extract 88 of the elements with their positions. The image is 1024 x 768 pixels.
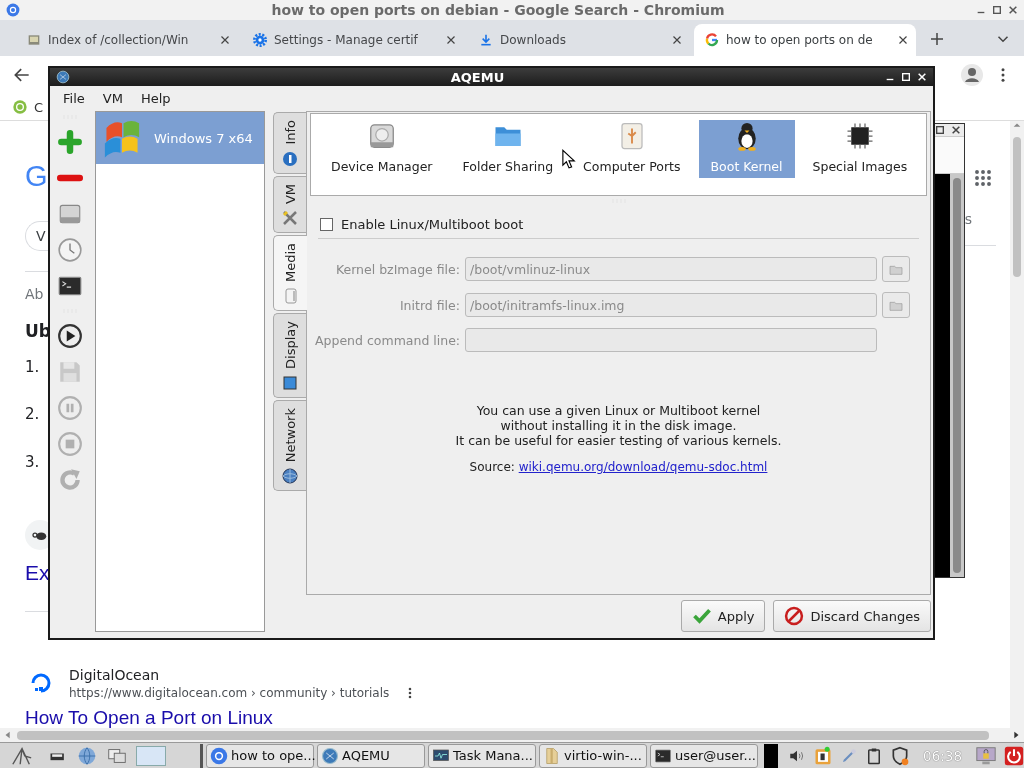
checkbox-label: Enable Linux/Multiboot boot [341, 217, 524, 232]
globe-icon [321, 746, 339, 765]
network-globe-icon [282, 467, 298, 484]
shield-icon[interactable] [890, 745, 911, 766]
scroll-thumb[interactable] [1013, 137, 1021, 277]
info-text: You can use a given Linux or Multiboot kernel without installing it in the disk image. It can be useful for easier testing of various kernels. [454, 403, 783, 448]
menu-item[interactable]: VM [93, 88, 132, 108]
horizontal-scrollbar[interactable] [0, 728, 1024, 742]
discard-button[interactable]: Discard Changes [773, 600, 931, 632]
page-item[interactable]: Computer Ports [571, 120, 693, 178]
profile-icon[interactable] [960, 63, 984, 87]
close-icon[interactable] [1008, 5, 1018, 15]
terminal-scrollbar[interactable] [950, 174, 964, 577]
field-label: Append command line: [315, 332, 460, 348]
result-site: DigitalOcean [69, 666, 161, 685]
close-icon[interactable] [951, 125, 961, 135]
vertical-scrollbar[interactable] [1010, 121, 1024, 728]
side-tab[interactable]: Network [273, 399, 306, 491]
chromium-icon [210, 746, 228, 765]
display-icon [282, 374, 298, 391]
browser-tab[interactable]: how to open ports on de [694, 24, 916, 56]
field-label: Kernel bzImage file: [334, 261, 460, 277]
side-text: s [964, 210, 972, 229]
checkbox[interactable] [320, 218, 333, 231]
source-label: Source: [469, 460, 515, 474]
browser-tab[interactable]: Settings - Manage certif [242, 24, 464, 56]
info-icon [282, 150, 298, 167]
apply-button[interactable]: Apply [680, 600, 766, 632]
scroll-thumb[interactable] [953, 178, 961, 573]
scroll-right-icon[interactable] [1011, 730, 1021, 740]
browser-tab[interactable]: Index of /collection/Win [16, 24, 238, 56]
settings-icon [252, 32, 268, 48]
tools-icon [282, 209, 298, 226]
window-title: AQEMU [449, 69, 506, 85]
mouse-pointer-icon [562, 149, 576, 171]
page-item[interactable]: Device Manager [319, 120, 445, 178]
tray-block [764, 743, 779, 768]
image-icon [26, 32, 42, 48]
download-icon [478, 32, 494, 48]
side-tab[interactable]: VM [273, 175, 306, 233]
globe-icon[interactable] [76, 744, 98, 767]
side-tab[interactable]: Info [273, 112, 306, 174]
site-logo-icon [29, 671, 53, 695]
result-stats: Ab [25, 285, 44, 304]
bookmark-link[interactable]: C [34, 99, 44, 115]
page-item[interactable]: Special Images [800, 120, 920, 178]
window-title: how to open ports on debian - Google Search - Chromium [270, 2, 726, 18]
clock-icon[interactable] [57, 237, 83, 263]
list-number: 3. [25, 452, 40, 473]
terminal-icon [654, 746, 672, 765]
result-title-link[interactable]: How To Open a Port on Linux [25, 707, 273, 729]
leaf-logo-icon [12, 99, 28, 115]
browser-tab[interactable]: Downloads [468, 24, 690, 56]
no-entry-icon [784, 606, 805, 626]
list-number: 1. [25, 357, 40, 378]
taskbar-button[interactable]: Task Mana... [428, 743, 536, 768]
menu-item[interactable]: Help [131, 88, 180, 108]
globe-icon [56, 70, 70, 84]
source-link[interactable]: wiki.qemu.org/download/qemu-sdoc.html [518, 460, 768, 474]
side-tab[interactable]: Media [273, 234, 307, 311]
check-icon [691, 606, 712, 626]
google-icon [704, 32, 720, 48]
power-icon[interactable] [1004, 745, 1024, 766]
result-url: https://www.digitalocean.com › community › tutorials [69, 685, 390, 701]
new-tab-icon[interactable] [928, 30, 946, 48]
field-label: Initrd file: [398, 297, 460, 313]
taskbar-button[interactable]: AQEMU [317, 743, 425, 768]
taskbar-button[interactable]: how to ope... [206, 743, 314, 768]
scroll-left-icon[interactable] [3, 730, 13, 740]
maximize-icon[interactable] [992, 5, 1002, 15]
menu-item[interactable]: File [54, 88, 94, 108]
optical-drive-icon [282, 287, 299, 304]
taskbar-button[interactable]: virtio-win-... [539, 743, 647, 768]
play-icon[interactable] [57, 323, 83, 349]
scroll-thumb[interactable] [17, 730, 989, 740]
parking-icon[interactable] [813, 745, 834, 766]
list-number: 2. [25, 404, 40, 425]
add-icon[interactable] [57, 129, 83, 155]
result-link[interactable]: Ex [25, 559, 50, 587]
apps-grid-icon[interactable] [974, 169, 992, 187]
folder-icon [543, 746, 561, 765]
page-item[interactable]: Folder Sharing [450, 120, 566, 178]
side-tab[interactable]: Display [273, 312, 306, 398]
google-logo: G [25, 159, 48, 194]
chromium-icon [6, 3, 20, 17]
maximize-icon[interactable] [935, 125, 945, 135]
lock-screen-icon[interactable] [975, 744, 997, 767]
taskbar-button[interactable]: user@user... [650, 743, 758, 768]
